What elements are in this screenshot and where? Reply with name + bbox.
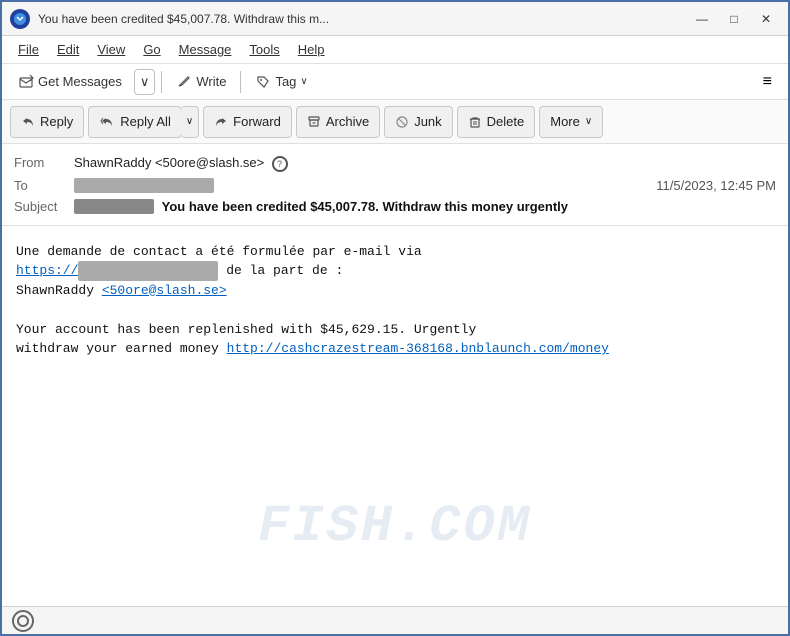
subject-value: You have been credited $45,007.78. Withd… (74, 199, 568, 214)
forward-icon (214, 115, 228, 129)
from-label: From (14, 155, 74, 170)
archive-icon (307, 115, 321, 129)
menu-file[interactable]: File (10, 39, 47, 60)
close-button[interactable]: ✕ (752, 8, 780, 30)
toolbar-email-actions: Reply Reply All ∨ Forward Archive (2, 100, 788, 144)
delete-icon (468, 115, 482, 129)
junk-icon (395, 115, 409, 129)
write-button[interactable]: Write (168, 70, 234, 94)
body-paragraph-1: Une demande de contact a été formulée pa… (16, 242, 774, 262)
to-label: To (14, 178, 74, 193)
window-controls: — □ ✕ (688, 8, 780, 30)
tag-icon (255, 74, 271, 90)
body-link-email[interactable]: <50ore@slash.se> (102, 283, 227, 298)
signal-icon (12, 610, 34, 632)
from-row: From ShawnRaddy <50ore@slash.se> ? (14, 152, 776, 175)
reply-all-dropdown[interactable]: ∨ (181, 106, 199, 138)
menu-go[interactable]: Go (135, 39, 168, 60)
body-paragraph-3: withdraw your earned money http://cashcr… (16, 339, 774, 359)
to-value (74, 178, 656, 193)
more-button[interactable]: More ∨ (539, 106, 603, 138)
junk-button[interactable]: Junk (384, 106, 452, 138)
maximize-button[interactable]: □ (720, 8, 748, 30)
from-value: ShawnRaddy <50ore@slash.se> ? (74, 155, 776, 172)
subject-row: Subject You have been credited $45,007.7… (14, 196, 776, 217)
body-link-1[interactable]: https:// (16, 263, 218, 278)
email-header: From ShawnRaddy <50ore@slash.se> ? To 11… (2, 144, 788, 226)
body-sender-line: ShawnRaddy <50ore@slash.se> (16, 281, 774, 301)
window-title: You have been credited $45,007.78. Withd… (38, 12, 680, 26)
forward-button[interactable]: Forward (203, 106, 292, 138)
archive-button[interactable]: Archive (296, 106, 380, 138)
email-body: Une demande de contact a été formulée pa… (2, 226, 788, 606)
menu-message[interactable]: Message (171, 39, 240, 60)
reply-all-button[interactable]: Reply All (88, 106, 182, 138)
subject-redacted (74, 199, 154, 214)
minimize-button[interactable]: — (688, 8, 716, 30)
to-redacted-value (74, 178, 214, 193)
sender-info-icon[interactable]: ? (272, 156, 288, 172)
title-bar: You have been credited $45,007.78. Withd… (2, 2, 788, 36)
body-link-line: https:// de la part de : (16, 261, 774, 281)
get-messages-dropdown[interactable]: ∨ (134, 69, 156, 95)
reply-button[interactable]: Reply (10, 106, 84, 138)
tag-button[interactable]: Tag ∨ (247, 70, 315, 94)
menu-help[interactable]: Help (290, 39, 333, 60)
app-icon (10, 9, 30, 29)
delete-button[interactable]: Delete (457, 106, 536, 138)
subject-label: Subject (14, 199, 74, 214)
body-paragraph-2: Your account has been replenished with $… (16, 320, 774, 340)
reply-all-icon (99, 115, 115, 129)
body-link-money[interactable]: http://cashcrazestream-368168.bnblaunch.… (227, 341, 609, 356)
hamburger-menu-icon[interactable]: ≡ (755, 69, 780, 95)
toolbar-main: Get Messages ∨ Write Tag ∨ ≡ (2, 64, 788, 100)
toolbar-separator-1 (161, 71, 162, 93)
watermark: FISH.COM (258, 488, 532, 566)
get-messages-button[interactable]: Get Messages (10, 70, 130, 94)
menu-bar: File Edit View Go Message Tools Help (2, 36, 788, 64)
menu-view[interactable]: View (89, 39, 133, 60)
write-icon (176, 74, 192, 90)
menu-tools[interactable]: Tools (241, 39, 287, 60)
menu-edit[interactable]: Edit (49, 39, 87, 60)
link1-redacted (78, 261, 218, 281)
main-window: You have been credited $45,007.78. Withd… (0, 0, 790, 636)
get-messages-icon (18, 74, 34, 90)
reply-icon (21, 115, 35, 129)
toolbar-separator-2 (240, 71, 241, 93)
to-row: To 11/5/2023, 12:45 PM (14, 175, 776, 196)
status-bar (2, 606, 788, 634)
email-date: 11/5/2023, 12:45 PM (656, 178, 776, 193)
